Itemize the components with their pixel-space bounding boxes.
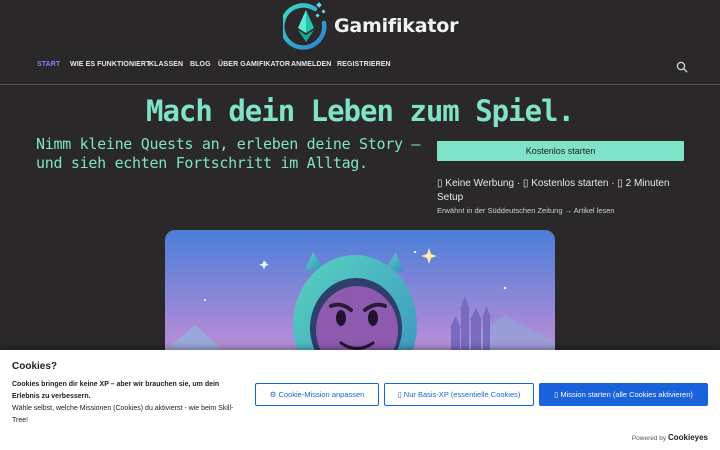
main-nav: START WIE ES FUNKTIONIERT KLASSEN BLOG Ü… <box>0 58 720 76</box>
site-logo[interactable]: Gamifikator <box>283 0 458 52</box>
press-mention-link[interactable]: Erwähnt in der Süddeutschen Zeitung → Ar… <box>437 206 615 215</box>
nav-blog[interactable]: BLOG <box>190 61 211 68</box>
search-icon[interactable] <box>676 61 688 73</box>
benefits-list: ▯ Keine Werbung · ▯ Kostenlos starten · … <box>437 178 670 203</box>
accept-cookies-button[interactable]: ▯ Mission starten (alle Cookies aktivier… <box>539 383 708 406</box>
cookie-description: Cookies bringen dir keine XP – aber wir … <box>12 379 242 427</box>
cookieyes-logo: Cookieyes <box>667 433 708 442</box>
start-free-button[interactable]: Kostenlos starten <box>437 141 684 161</box>
customize-cookies-button[interactable]: ⚙ Cookie-Mission anpassen <box>255 383 379 406</box>
cookie-description-text: Wähle selbst, welche Missionen (Cookies)… <box>12 405 234 424</box>
powered-by[interactable]: Powered by Cookieyes <box>632 433 708 442</box>
header-divider <box>0 84 720 85</box>
nav-anmelden[interactable]: ANMELDEN <box>291 61 331 68</box>
ethereum-diamond-logo-icon <box>283 2 327 50</box>
cookie-banner: Cookies? Cookies bringen dir keine XP – … <box>0 350 720 450</box>
brand-name: Gamifikator <box>334 15 459 37</box>
cookie-description-bold: Cookies bringen dir keine XP – aber wir … <box>12 381 220 400</box>
nav-registrieren[interactable]: REGISTRIEREN <box>337 61 391 68</box>
reject-cookies-button[interactable]: ▯ Nur Basis-XP (essentielle Cookies) <box>384 383 534 406</box>
hero-subtitle: Nimm kleine Quests an, erleben deine Sto… <box>36 135 421 172</box>
powered-by-label: Powered by <box>631 435 667 442</box>
nav-ueber-gamifikator[interactable]: ÜBER GAMIFIKATOR <box>218 61 290 68</box>
nav-wie-es-funktioniert[interactable]: WIE ES FUNKTIONIERT <box>70 61 150 68</box>
nav-start[interactable]: START <box>37 61 60 68</box>
cookie-title: Cookies? <box>12 361 58 372</box>
hero-title: Mach dein Leben zum Spiel. <box>146 94 575 128</box>
nav-klassen[interactable]: KLASSEN <box>149 61 183 68</box>
